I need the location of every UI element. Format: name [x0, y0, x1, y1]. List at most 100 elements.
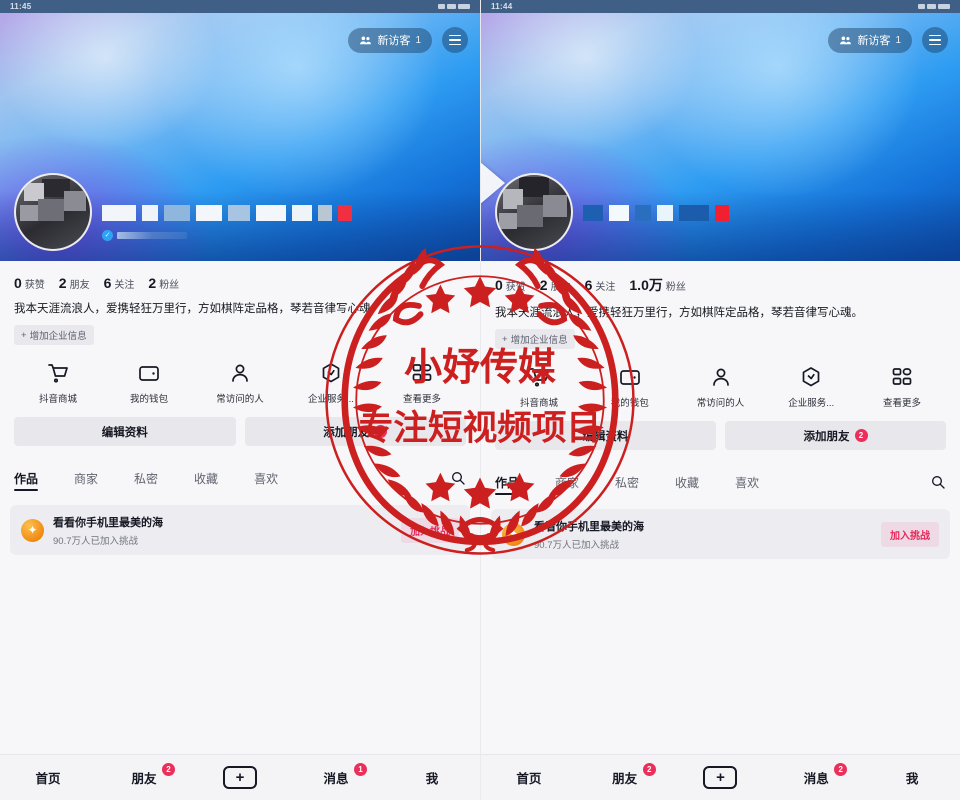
nav-messages[interactable]: 消息 2 — [792, 755, 848, 800]
stat-value: 6 — [584, 277, 593, 293]
username-mosaic — [102, 205, 136, 221]
hamburger-menu-icon[interactable] — [922, 27, 948, 53]
stat-likes[interactable]: 0 获赞 — [14, 275, 45, 291]
stat-likes[interactable]: 0 获赞 — [495, 277, 526, 293]
quick-action-mall[interactable]: 抖音商城 — [20, 361, 96, 405]
visitor-count: 1 — [895, 34, 901, 46]
cover-controls: 新访客 1 — [828, 27, 948, 53]
username-mosaic — [338, 205, 352, 221]
bottom-navigation: 首页 朋友 2 + 消息 2 我 — [481, 754, 960, 800]
tab-likes[interactable]: 喜欢 — [254, 459, 278, 497]
nav-home[interactable]: 首页 — [24, 755, 72, 800]
plus-icon: + — [502, 333, 508, 345]
stat-followers[interactable]: 2 粉丝 — [148, 275, 179, 291]
stat-value: 1.0万 — [629, 277, 663, 293]
avatar[interactable] — [495, 173, 573, 251]
status-bar: 11:44 — [481, 0, 960, 13]
add-friends-button[interactable]: 添加朋友 2 — [244, 417, 466, 447]
add-business-info-chip[interactable]: + 增加企业信息 — [14, 325, 94, 346]
nav-label: 首页 — [516, 772, 542, 786]
avatar-mosaic — [499, 213, 517, 229]
quick-action-enterprise-service[interactable]: 企业服务... — [773, 365, 849, 409]
add-friends-label: 添加朋友 — [323, 426, 370, 439]
status-system-icons — [918, 4, 950, 9]
visitor-pill[interactable]: 新访客 1 — [348, 27, 432, 53]
quick-action-frequent-visitors[interactable]: 常访问的人 — [202, 361, 278, 405]
profile-identity: ✓ — [495, 173, 946, 251]
cube-icon — [322, 363, 340, 383]
tab-merchant[interactable]: 商家 — [555, 463, 579, 501]
add-business-info-chip[interactable]: + 增加企业信息 — [495, 329, 575, 350]
stat-friends[interactable]: 2 朋友 — [540, 277, 571, 293]
hamburger-menu-icon[interactable] — [442, 27, 468, 53]
stat-friends[interactable]: 2 朋友 — [59, 275, 90, 291]
username-mosaic — [583, 205, 603, 221]
username-mosaic — [164, 205, 190, 221]
quick-actions-row: 抖音商城 我的钱包 常访问的人 企业服务... 查看更多 — [495, 359, 946, 421]
profile-sheet: 0 获赞 2 朋友 6 关注 1.0万 粉丝 我本天涯流浪人，爱携轻狂万里行，方… — [481, 261, 960, 464]
nav-me[interactable]: 我 — [408, 755, 456, 800]
avatar[interactable] — [14, 173, 92, 251]
add-friends-button[interactable]: 添加朋友 2 — [725, 421, 946, 451]
challenge-card[interactable]: ✦ 看看你手机里最美的海 90.7万人已加入挑战 加入挑战 — [10, 505, 470, 556]
tab-merchant[interactable]: 商家 — [74, 459, 98, 497]
join-challenge-button[interactable]: 加入挑战 — [401, 517, 459, 543]
nav-create[interactable]: + — [696, 755, 744, 800]
challenge-star-icon: ✦ — [21, 518, 44, 542]
people-icon — [360, 36, 372, 44]
cart-icon — [529, 368, 549, 387]
plus-icon: + — [21, 329, 27, 341]
username-mosaic-row — [583, 205, 946, 221]
tab-private[interactable]: 私密 — [615, 463, 639, 501]
quick-action-frequent-visitors[interactable]: 常访问的人 — [683, 365, 759, 409]
nav-label: 朋友 — [131, 772, 157, 786]
stat-value: 2 — [148, 275, 157, 291]
tab-label: 喜欢 — [735, 475, 760, 490]
profile-cover[interactable]: 新访客 1 — [481, 13, 960, 261]
add-friends-label: 添加朋友 — [803, 430, 850, 443]
challenge-card[interactable]: ✦ 看看你手机里最美的海 90.7万人已加入挑战 加入挑战 — [491, 509, 950, 560]
quick-action-more[interactable]: 查看更多 — [384, 361, 460, 405]
content-tabs: 作品 商家 私密 收藏 喜欢 — [0, 459, 480, 498]
tab-label: 作品 — [495, 475, 520, 490]
quick-action-more[interactable]: 查看更多 — [864, 365, 940, 409]
stat-followers[interactable]: 1.0万 粉丝 — [629, 275, 685, 295]
edit-profile-button[interactable]: 编辑资料 — [14, 417, 236, 447]
nav-messages[interactable]: 消息 1 — [312, 755, 367, 800]
stat-following[interactable]: 6 关注 — [585, 277, 616, 293]
quick-action-wallet[interactable]: 我的钱包 — [111, 361, 187, 405]
tab-collection[interactable]: 收藏 — [194, 459, 218, 497]
nav-friends[interactable]: 朋友 2 — [120, 755, 175, 800]
nav-me[interactable]: 我 — [888, 755, 936, 800]
stat-label: 粉丝 — [665, 282, 686, 293]
username-mosaic — [228, 205, 250, 221]
search-icon[interactable] — [930, 474, 946, 490]
challenge-star-icon: ✦ — [502, 522, 525, 546]
visitor-pill[interactable]: 新访客 1 — [828, 27, 912, 53]
search-icon[interactable] — [450, 470, 466, 486]
quick-action-label: 常访问的人 — [696, 398, 745, 410]
tab-private[interactable]: 私密 — [134, 459, 158, 497]
tab-works[interactable]: 作品 — [495, 463, 520, 501]
quick-action-label: 我的钱包 — [129, 394, 168, 406]
challenge-title: 看看你手机里最美的海 — [53, 516, 163, 529]
stat-value: 0 — [495, 277, 503, 293]
tab-works[interactable]: 作品 — [14, 459, 39, 497]
quick-action-label: 抖音商城 — [519, 398, 558, 410]
stat-following[interactable]: 6 关注 — [104, 275, 135, 291]
edit-profile-button[interactable]: 编辑资料 — [495, 421, 716, 451]
profile-cover[interactable]: 新访客 1 — [0, 13, 480, 261]
quick-action-wallet[interactable]: 我的钱包 — [592, 365, 668, 409]
quick-action-mall[interactable]: 抖音商城 — [501, 365, 577, 409]
signal-icon — [918, 4, 925, 9]
nav-label: 消息 — [323, 772, 349, 786]
nav-create[interactable]: + — [216, 755, 264, 800]
tab-collection[interactable]: 收藏 — [675, 463, 699, 501]
nav-friends[interactable]: 朋友 2 — [601, 755, 656, 800]
avatar-mosaic — [38, 199, 64, 221]
quick-action-enterprise-service[interactable]: 企业服务... — [293, 361, 369, 405]
tab-likes[interactable]: 喜欢 — [735, 463, 759, 501]
tab-label: 商家 — [555, 475, 580, 490]
nav-home[interactable]: 首页 — [505, 755, 553, 800]
join-challenge-button[interactable]: 加入挑战 — [881, 521, 939, 547]
